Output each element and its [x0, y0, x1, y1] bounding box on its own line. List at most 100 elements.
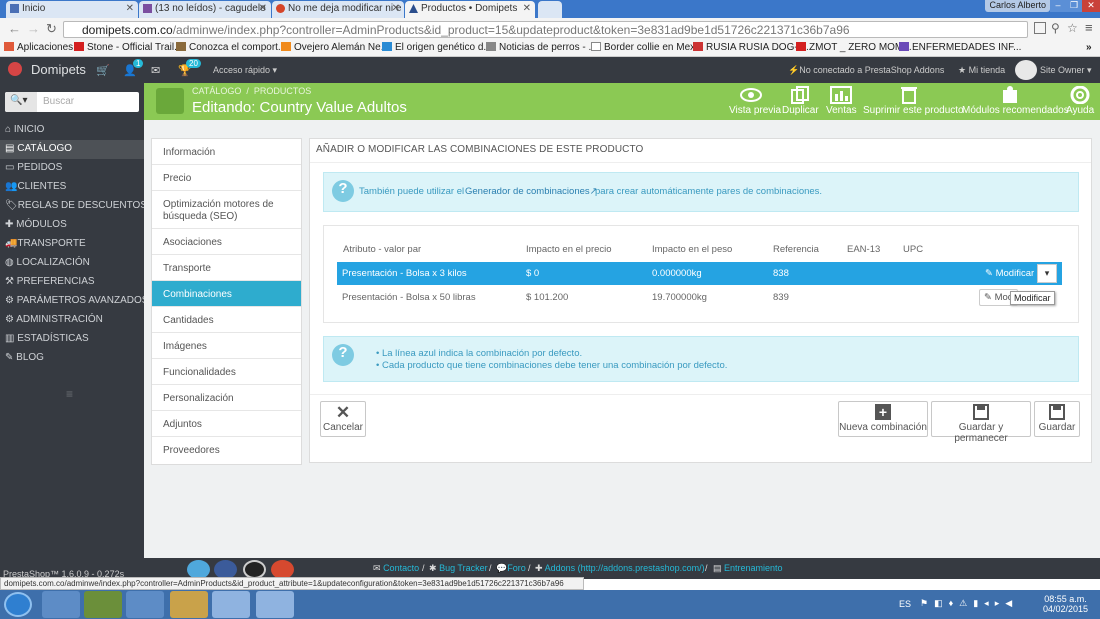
search-input[interactable]: 🔍▾ Buscar — [5, 92, 139, 112]
tab-seo[interactable]: Optimización motores de búsqueda (SEO) — [152, 191, 301, 229]
back-icon[interactable]: ← — [8, 21, 21, 36]
sidebar-item-preferencias[interactable]: ⚒ PREFERENCIAS — [0, 273, 144, 292]
modify-button[interactable]: ✎ Modificar — [981, 266, 1038, 282]
save-and-stay-button[interactable]: Guardar y permanecer — [931, 401, 1031, 444]
delete-product-button[interactable]: Suprimir este producto — [863, 86, 964, 116]
combination-generator-link[interactable]: Generador de combinaciones↗ — [465, 186, 598, 197]
tab-personalizacion[interactable]: Personalización — [152, 385, 301, 411]
sidebar-item-estadisticas[interactable]: ▥ ESTADÍSTICAS — [0, 330, 144, 349]
close-tab-icon[interactable]: ✕ — [126, 3, 134, 14]
sidebar-item-modulos[interactable]: ✚ MÓDULOS — [0, 216, 144, 235]
tab-adjuntos[interactable]: Adjuntos — [152, 411, 301, 437]
extension-icon[interactable]: ⚲ — [1051, 21, 1060, 35]
sidebar-item-transporte[interactable]: 🚚TRANSPORTE — [0, 235, 144, 254]
prestashop-logo-icon[interactable] — [8, 62, 22, 76]
addons-status[interactable]: ⚡No conectado a PrestaShop Addons — [788, 65, 944, 76]
search-icon[interactable]: 🔍▾ — [5, 92, 37, 112]
media-player-icon[interactable] — [126, 591, 164, 618]
bookmark-item[interactable]: El origen genético d... — [382, 42, 492, 53]
quick-access-dropdown[interactable]: Acceso rápido ▾ — [213, 65, 277, 76]
chrome-menu-icon[interactable]: ≡ — [1085, 20, 1093, 35]
system-tray-icons[interactable]: ⚑◧♦⚠▮◂▸◀ — [920, 598, 1050, 612]
sidebar-item-parametros[interactable]: ⚙ PARÁMETROS AVANZADOS — [0, 292, 148, 311]
cart-icon[interactable]: 🛒 — [96, 64, 110, 77]
extension-icon[interactable] — [1034, 22, 1046, 34]
minimize-icon[interactable]: – — [1050, 0, 1066, 12]
breadcrumb-item[interactable]: CATÁLOGO — [192, 86, 241, 96]
tab-funcionalidades[interactable]: Funcionalidades — [152, 359, 301, 385]
sidebar-item-descuentos[interactable]: 🏷REGLAS DE DESCUENTOS — [0, 197, 147, 216]
message-icon[interactable]: ✉ — [151, 64, 160, 77]
shop-name[interactable]: Domipets — [31, 62, 86, 77]
clock[interactable]: 08:55 a.m. 04/02/2015 — [1043, 594, 1088, 614]
bookmark-item[interactable]: Conozca el comport... — [176, 42, 286, 53]
tab-imagenes[interactable]: Imágenes — [152, 333, 301, 359]
addons-link[interactable]: ✚ Addons (http://addons.prestashop.com/) — [535, 563, 705, 574]
bookmark-apps[interactable]: Aplicaciones — [4, 42, 73, 53]
sidebar-item-administracion[interactable]: ⚙ ADMINISTRACIÓN — [0, 311, 144, 330]
cancel-button[interactable]: ✕ Cancelar — [320, 401, 366, 437]
contact-link[interactable]: ✉ Contacto — [373, 563, 419, 574]
table-row-default[interactable]: Presentación - Bolsa x 3 kilos $ 0 0.000… — [337, 262, 1062, 285]
sidebar-item-catalogo[interactable]: ▤ CATÁLOGO — [0, 140, 144, 159]
bookmark-item[interactable]: ZMOT _ ZERO MOM... — [796, 42, 912, 53]
bookmark-item[interactable]: Border collie en Mex... — [591, 42, 704, 53]
close-tab-icon[interactable]: ✕ — [259, 3, 267, 14]
new-combination-button[interactable]: + Nueva combinación — [838, 401, 928, 437]
maximize-icon[interactable]: ❐ — [1066, 0, 1082, 12]
browser-tab-active[interactable]: Productos • Domipets ✕ — [405, 1, 535, 18]
windows-start-icon[interactable] — [4, 592, 32, 617]
close-window-icon[interactable]: ✕ — [1082, 0, 1100, 12]
bookmark-star-icon[interactable]: ☆ — [1067, 21, 1078, 35]
reload-icon[interactable]: ↻ — [46, 21, 57, 37]
browser-tab[interactable]: No me deja modificar ni e ✕ — [272, 1, 404, 18]
tab-asociaciones[interactable]: Asociaciones — [152, 229, 301, 255]
bookmark-item[interactable]: Ovejero Alemán Ne... — [281, 42, 389, 53]
explorer-folder-icon[interactable] — [170, 591, 208, 618]
employee-menu[interactable]: Site Owner ▾ — [1040, 65, 1092, 76]
tab-cantidades[interactable]: Cantidades — [152, 307, 301, 333]
save-button[interactable]: Guardar — [1034, 401, 1080, 437]
avatar[interactable] — [1015, 60, 1037, 80]
new-tab-button[interactable] — [538, 1, 562, 18]
bookmark-item[interactable]: RUSIA RUSIA DOG-r... — [693, 42, 809, 53]
forum-link[interactable]: 💬Foro — [496, 563, 526, 574]
recommended-modules-button[interactable]: Módulos recomendados — [962, 86, 1069, 116]
language-indicator[interactable]: ES — [899, 599, 911, 609]
bookmark-item[interactable]: Stone - Official Trail... — [74, 42, 182, 53]
tab-transporte[interactable]: Transporte — [152, 255, 301, 281]
bookmark-item[interactable]: ENFERMEDADES INF... — [899, 42, 1021, 53]
sidebar-item-pedidos[interactable]: ▭ PEDIDOS — [0, 159, 144, 178]
my-shop-link[interactable]: ★ Mi tienda — [958, 65, 1005, 76]
url-field[interactable]: domipets.com.co/adminwe/index.php?contro… — [63, 21, 1028, 38]
collapse-sidebar-icon[interactable]: ≡ — [66, 387, 73, 401]
sidebar-item-clientes[interactable]: 👥CLIENTES — [0, 178, 144, 197]
bookmark-item[interactable]: Noticias de perros - ... — [486, 42, 597, 53]
browser-tab[interactable]: (13 no leídos) - cagudelo ✕ — [139, 1, 271, 18]
training-link[interactable]: ▤ Entrenamiento — [713, 563, 783, 574]
tab-combinaciones[interactable]: Combinaciones — [152, 281, 301, 307]
breadcrumb-item[interactable]: PRODUCTOS — [254, 86, 311, 96]
bug-tracker-link[interactable]: ✱ Bug Tracker — [429, 563, 488, 574]
table-row[interactable]: Presentación - Bolsa x 50 libras $ 101.2… — [337, 286, 1062, 309]
sales-button[interactable]: Ventas — [826, 86, 857, 116]
ie-icon[interactable] — [42, 591, 80, 618]
app-icon[interactable] — [256, 591, 294, 618]
sidebar-item-localizacion[interactable]: ◍ LOCALIZACIÓN — [0, 254, 144, 273]
duplicate-button[interactable]: Duplicar — [782, 86, 819, 116]
tab-informacion[interactable]: Información — [152, 139, 301, 165]
tab-proveedores[interactable]: Proveedores — [152, 437, 301, 464]
preview-button[interactable]: Vista previa — [729, 86, 781, 116]
caret-down-icon[interactable]: ▾ — [1037, 264, 1057, 283]
chrome-icon[interactable] — [212, 591, 250, 618]
help-button[interactable]: Ayuda — [1066, 86, 1094, 116]
sidebar-item-blog[interactable]: ✎ BLOG — [0, 349, 144, 368]
forward-icon[interactable]: → — [27, 21, 40, 36]
close-tab-icon[interactable]: ✕ — [392, 3, 400, 14]
close-tab-icon[interactable]: ✕ — [523, 3, 531, 14]
tab-precio[interactable]: Precio — [152, 165, 301, 191]
chrome-user-chip[interactable]: Carlos Alberto — [985, 0, 1050, 12]
fireworks-icon[interactable] — [84, 591, 122, 618]
browser-tab[interactable]: Inicio ✕ — [6, 1, 138, 18]
more-bookmarks-icon[interactable]: » — [1086, 42, 1092, 53]
